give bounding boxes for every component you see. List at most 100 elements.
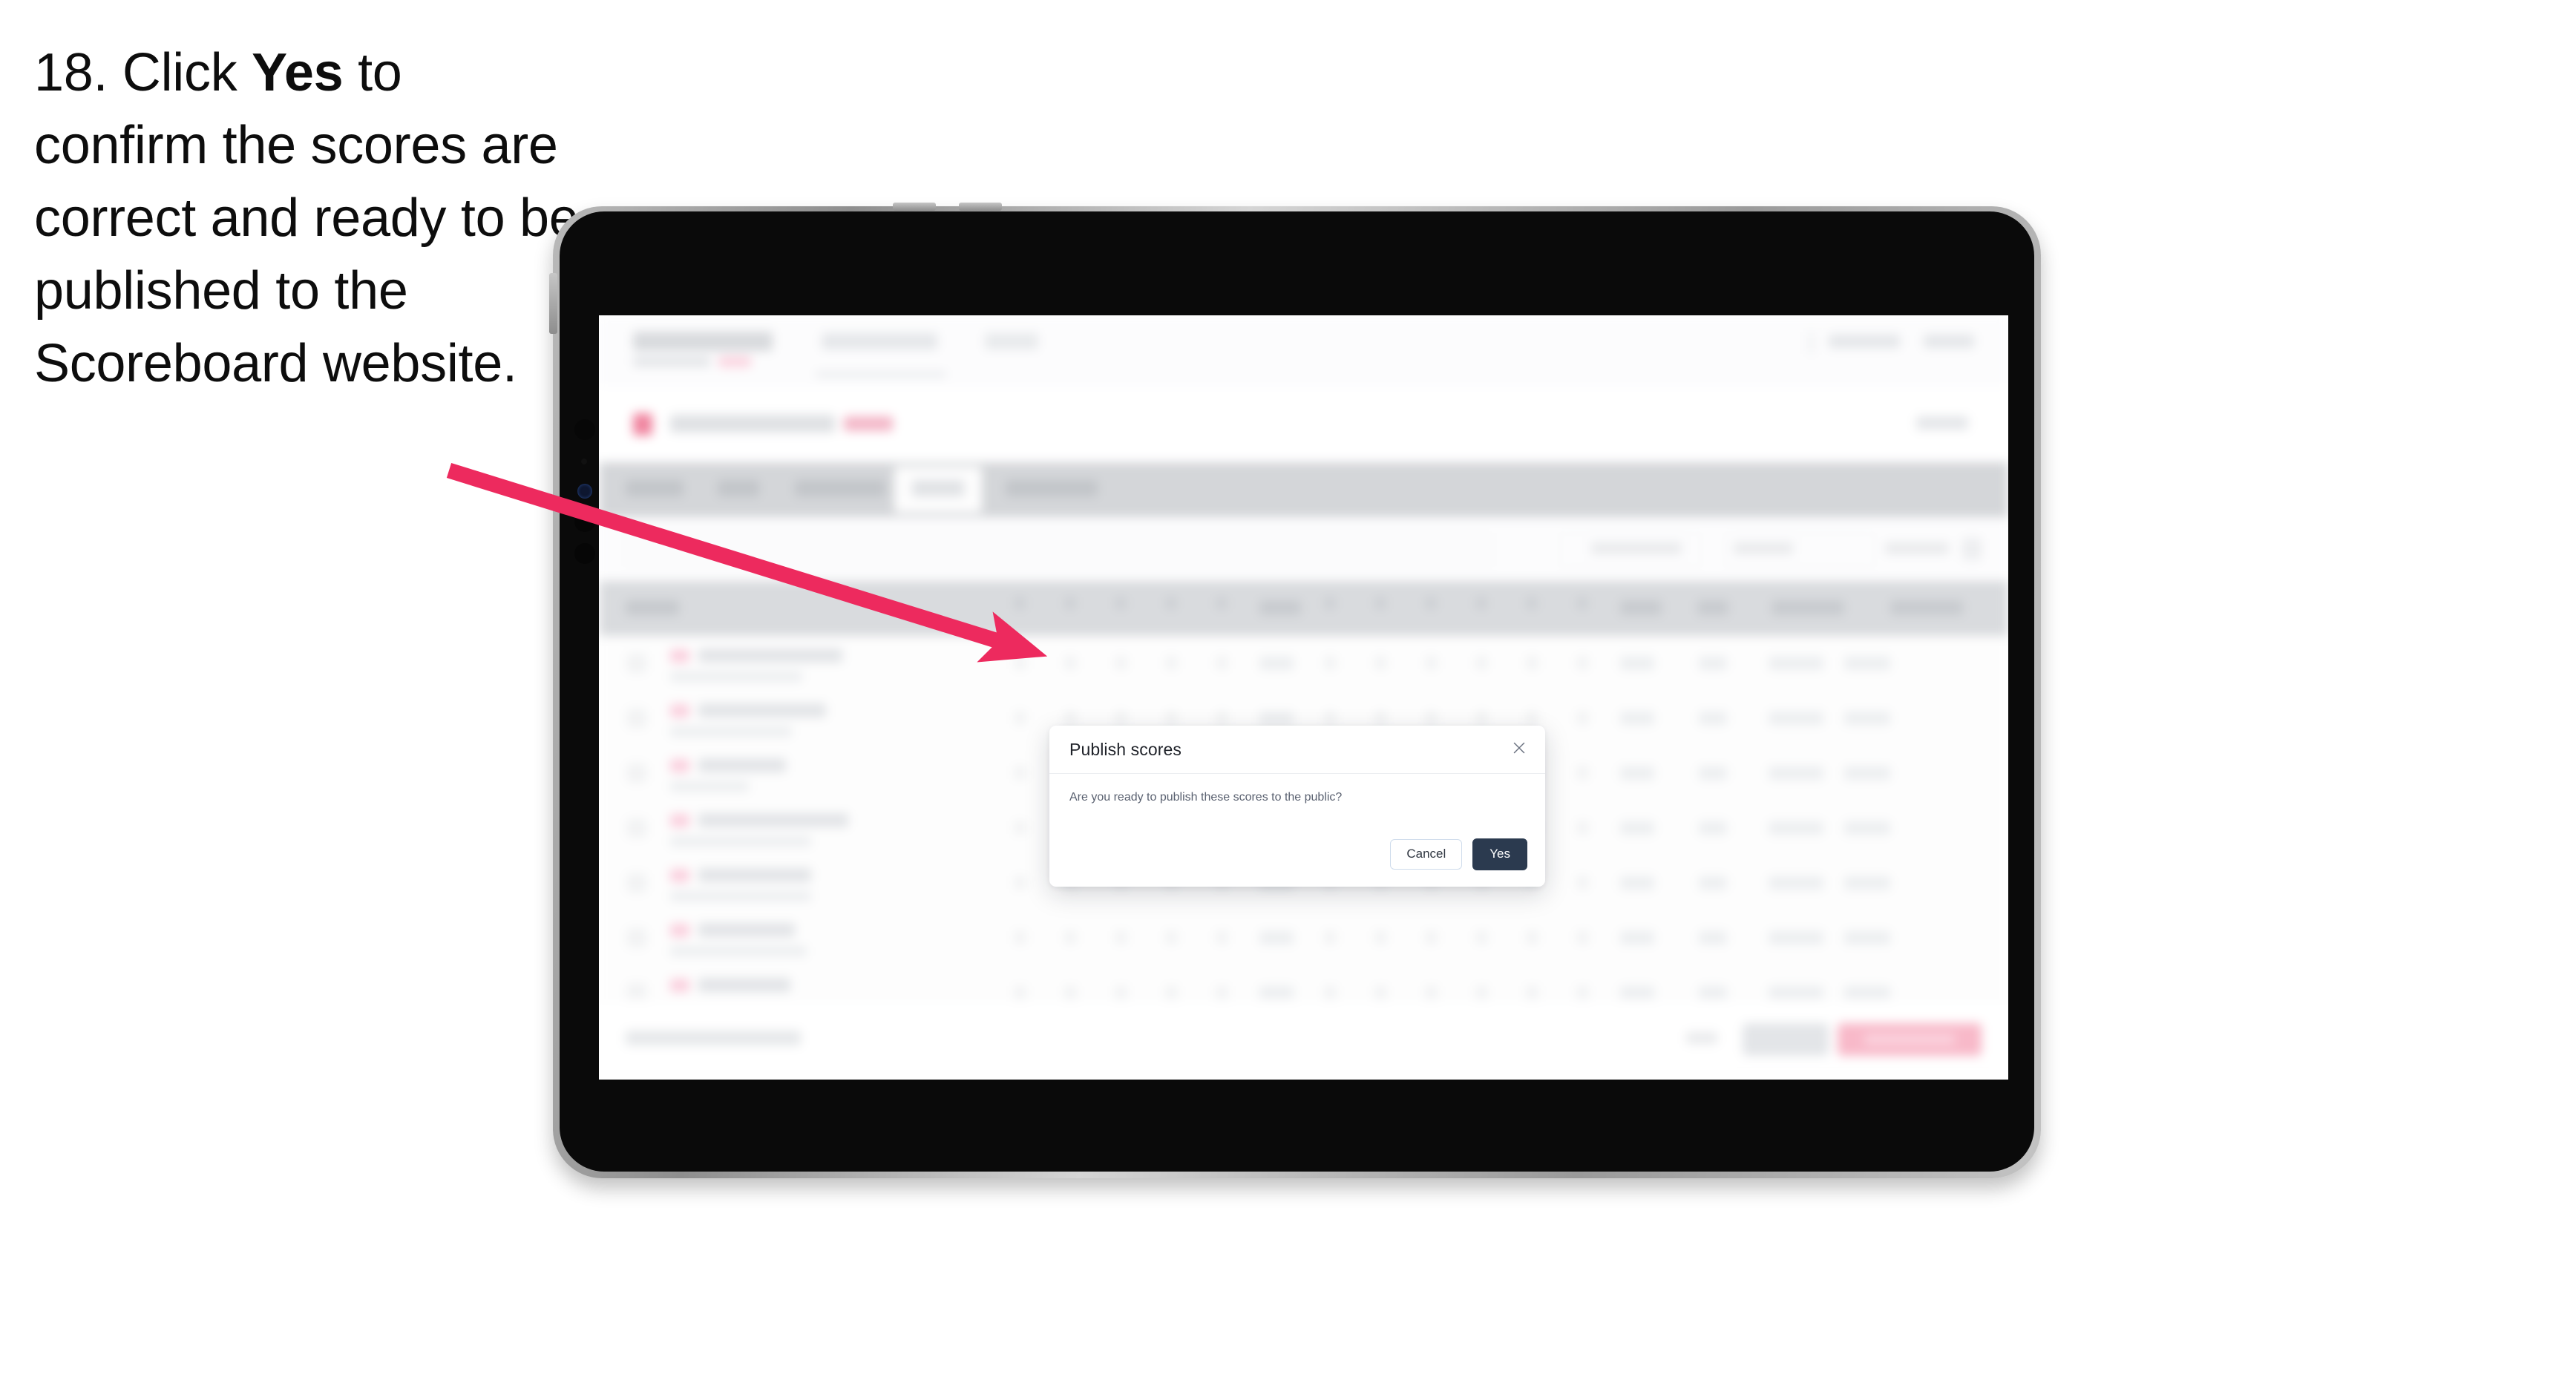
row-score-cell[interactable]	[1325, 986, 1336, 999]
column-header-status	[1772, 600, 1844, 615]
row-score-cell[interactable]	[1527, 657, 1538, 669]
row-total-cell	[1699, 712, 1727, 725]
row-score-cell[interactable]	[1115, 986, 1127, 999]
row-score-cell[interactable]	[1216, 712, 1228, 724]
confirm-yes-button[interactable]: Yes	[1472, 838, 1527, 870]
row-checkbox[interactable]	[627, 654, 646, 673]
row-action-button[interactable]	[1844, 931, 1890, 945]
nav-item-competitions[interactable]	[822, 333, 937, 349]
row-score-cell[interactable]	[1015, 657, 1026, 669]
row-score-cell[interactable]	[1065, 931, 1076, 944]
row-score-cell[interactable]	[1577, 766, 1588, 779]
row-player-club	[670, 726, 792, 737]
row-score-cell[interactable]	[1476, 931, 1487, 944]
row-score-cell[interactable]	[1577, 712, 1588, 724]
row-action-button[interactable]	[1844, 712, 1890, 725]
row-score-cell[interactable]	[1577, 931, 1588, 944]
volume-down-button[interactable]	[959, 203, 1002, 211]
row-checkbox[interactable]	[627, 928, 646, 947]
row-score-cell[interactable]	[1015, 931, 1026, 944]
row-score-cell[interactable]	[1426, 712, 1437, 724]
app-tab-strip	[599, 462, 2008, 517]
row-score-cell[interactable]	[1577, 876, 1588, 889]
row-total-cell	[1699, 876, 1727, 890]
row-score-cell[interactable]	[1375, 931, 1386, 944]
sign-out-link[interactable]	[1924, 335, 1974, 348]
row-score-cell[interactable]	[1015, 712, 1026, 724]
row-score-cell[interactable]	[1476, 712, 1487, 724]
row-score-cell[interactable]	[1577, 986, 1588, 999]
row-score-cell[interactable]	[1166, 657, 1177, 669]
row-score-cell[interactable]	[1216, 986, 1228, 999]
bottom-cancel-link[interactable]	[1686, 1032, 1717, 1044]
tab-leaderboard[interactable]	[1006, 480, 1098, 496]
row-score-cell[interactable]	[1166, 931, 1177, 944]
row-score-cell[interactable]	[1325, 657, 1336, 669]
row-score-cell[interactable]	[1015, 876, 1026, 889]
column-header-hole	[1577, 597, 1587, 609]
row-score-cell[interactable]	[1115, 657, 1127, 669]
table-row[interactable]	[599, 636, 2008, 692]
row-checkbox[interactable]	[627, 873, 646, 893]
nav-item-teams[interactable]	[985, 333, 1038, 349]
user-name-label[interactable]	[1829, 335, 1900, 348]
row-score-cell[interactable]	[1065, 657, 1076, 669]
row-score-cell[interactable]	[1527, 931, 1538, 944]
search-input[interactable]	[626, 533, 1492, 566]
row-score-cell[interactable]	[1527, 712, 1538, 724]
row-score-cell[interactable]	[1065, 712, 1076, 724]
row-score-cell[interactable]	[1015, 986, 1026, 999]
column-header-hole	[1166, 597, 1176, 609]
row-score-cell[interactable]	[1375, 986, 1386, 999]
row-score-cell[interactable]	[1166, 712, 1177, 724]
close-icon[interactable]	[1507, 735, 1532, 761]
blurred-app-background	[599, 315, 2008, 1080]
row-score-cell[interactable]	[1577, 821, 1588, 834]
row-score-cell[interactable]	[1375, 657, 1386, 669]
row-checkbox[interactable]	[627, 763, 646, 783]
table-row[interactable]	[599, 910, 2008, 966]
row-checkbox[interactable]	[627, 818, 646, 838]
tablet-bezel: Publish scores Are you ready to publish …	[560, 211, 2034, 1172]
cancel-button[interactable]: Cancel	[1390, 839, 1463, 870]
row-score-cell[interactable]	[1015, 766, 1026, 779]
row-score-cell[interactable]	[1476, 986, 1487, 999]
row-checkbox[interactable]	[627, 709, 646, 728]
column-header-player	[626, 600, 679, 615]
row-score-cell[interactable]	[1325, 712, 1336, 724]
row-score-cell[interactable]	[1577, 657, 1588, 669]
competition-action-link[interactable]	[1916, 416, 1968, 430]
bottom-save-button[interactable]	[1743, 1023, 1829, 1056]
row-score-cell[interactable]	[1216, 931, 1228, 944]
row-score-cell[interactable]	[1375, 712, 1386, 724]
logo-badge	[718, 356, 752, 367]
instruction-emphasis: Yes	[252, 43, 344, 102]
filter-options-icon[interactable]	[1962, 538, 1982, 560]
power-button[interactable]	[549, 273, 557, 334]
row-score-cell[interactable]	[1476, 657, 1487, 669]
row-score-cell[interactable]	[1325, 931, 1336, 944]
dialog-title: Publish scores	[1069, 739, 1182, 759]
tab-course-setup[interactable]	[795, 480, 885, 496]
row-score-cell[interactable]	[1166, 986, 1177, 999]
competition-flag-icon	[633, 413, 652, 436]
row-score-cell[interactable]	[1216, 657, 1228, 669]
row-score-cell[interactable]	[1426, 657, 1437, 669]
row-player-club	[670, 781, 749, 792]
tab-details[interactable]	[626, 480, 684, 496]
row-action-button[interactable]	[1844, 766, 1890, 780]
scoreboard-logo[interactable]	[633, 332, 773, 351]
row-action-button[interactable]	[1844, 876, 1890, 890]
row-score-cell[interactable]	[1115, 712, 1127, 724]
row-action-button[interactable]	[1844, 657, 1890, 670]
row-action-button[interactable]	[1844, 986, 1890, 999]
row-action-button[interactable]	[1844, 821, 1890, 835]
row-score-cell[interactable]	[1065, 986, 1076, 999]
row-score-cell[interactable]	[1115, 931, 1127, 944]
row-score-cell[interactable]	[1426, 986, 1437, 999]
volume-up-button[interactable]	[893, 203, 936, 211]
tab-teams[interactable]	[718, 480, 759, 496]
row-score-cell[interactable]	[1527, 986, 1538, 999]
row-score-cell[interactable]	[1015, 821, 1026, 834]
row-score-cell[interactable]	[1426, 931, 1437, 944]
